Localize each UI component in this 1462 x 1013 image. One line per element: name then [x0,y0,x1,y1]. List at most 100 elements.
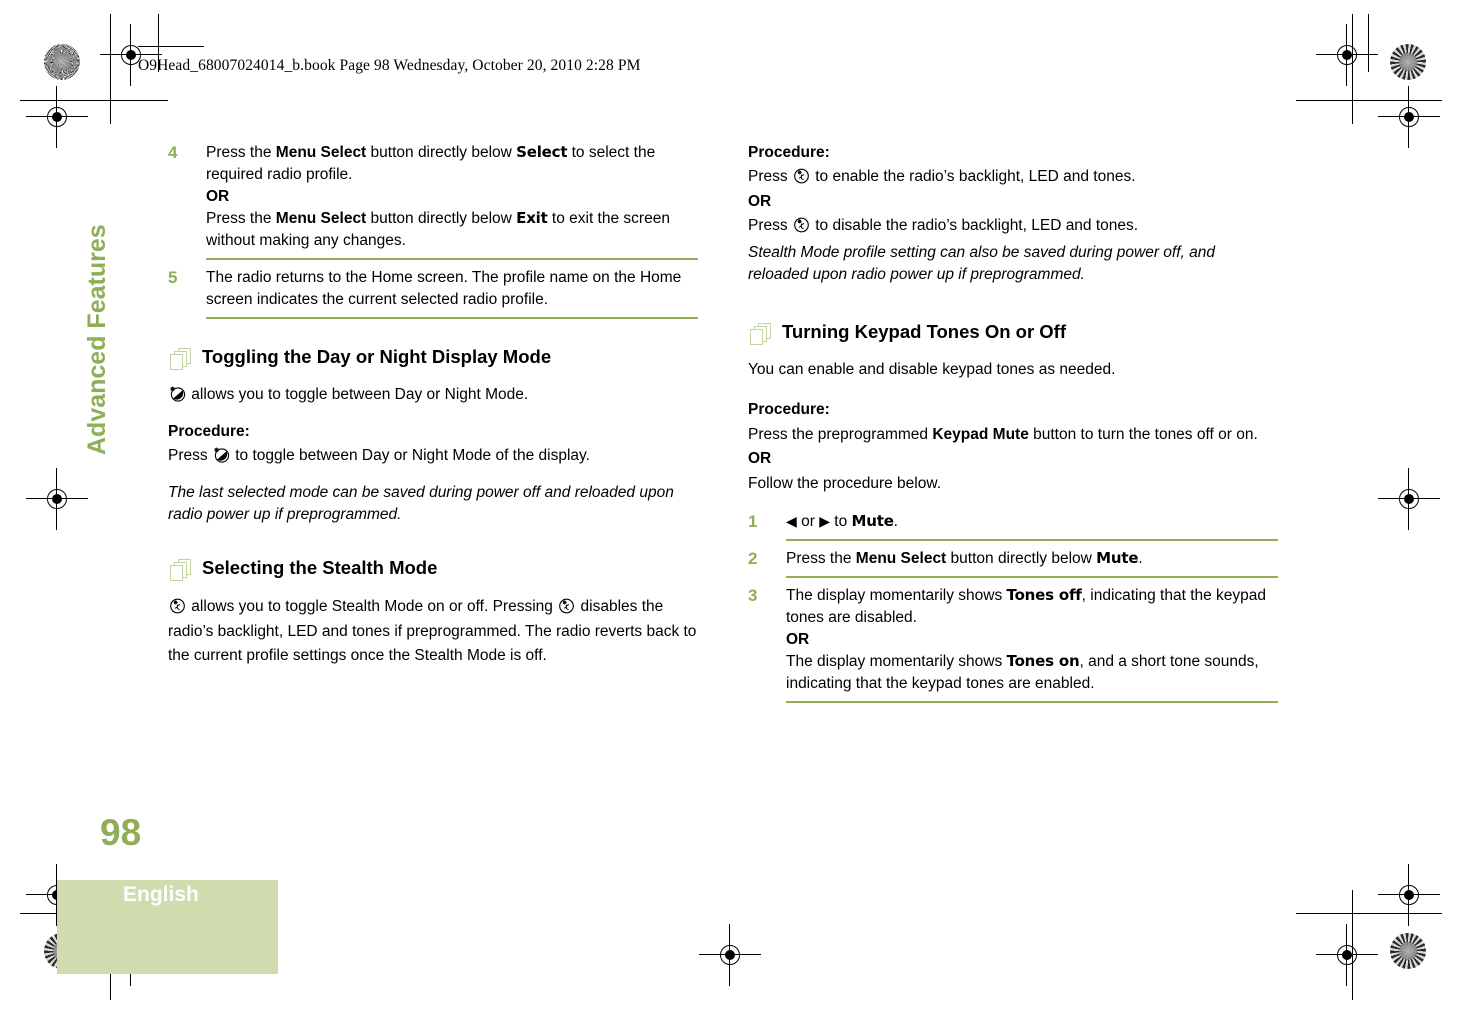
procedure-prefix: Press [168,447,212,465]
stealth-mode-icon [558,597,575,614]
trim-line-right-inner [1368,14,1369,72]
step-divider-rule [206,317,698,319]
step-divider-rule [786,539,1278,542]
registration-crosshair-icon [1316,924,1378,986]
button-name: Keypad Mute [932,425,1029,443]
or-separator: OR [748,192,772,210]
right-arrow-icon: ▶ [819,513,830,530]
section-heading-stealth: Selecting the Stealth Mode [168,556,698,581]
day-night-intro: allows you to toggle between Day or Nigh… [168,384,698,406]
starburst-calibration-icon [44,44,80,80]
step-number: 5 [168,268,178,287]
to-text: to [829,513,852,531]
follow-procedure-text: Follow the procedure below. [748,474,942,492]
registration-crosshair-icon [1378,864,1440,926]
step-number: 3 [748,586,758,606]
display-label: Mute [1096,549,1139,568]
language-label: English [123,883,199,906]
step-divider-rule [786,576,1278,579]
keypad-mute-instruction: Press the preprogrammed Keypad Mute butt… [748,425,1258,443]
or-separator: OR [786,631,810,649]
procedure-label: Procedure: [748,144,830,161]
step-number: 1 [748,512,758,532]
section-heading-text: Selecting the Stealth Mode [202,556,438,578]
step-body: Press the Menu Select button directly be… [206,143,670,249]
or-separator: OR [748,450,772,468]
button-name: Menu Select [275,210,367,227]
tones-on-text: The display momentarily shows Tones on, … [786,652,1259,693]
stealth-mode-icon [793,216,810,233]
stealth-mode-icon [793,167,810,184]
or-separator: OR [206,188,230,205]
step-body: ◀ or ▶ to Mute. [786,512,898,531]
procedure-suffix: to toggle between Day or Night Mode of t… [230,447,590,465]
stacked-pages-icon [750,322,774,345]
step-item: 2 Press the Menu Select button directly … [748,548,1278,570]
trim-line-top-header [138,46,204,47]
keypad-tones-intro: You can enable and disable keypad tones … [748,361,1116,378]
press-prefix: Press [748,217,792,235]
registration-crosshair-icon [1316,24,1378,86]
step-body: The radio returns to the Home screen. Th… [206,269,682,308]
day-night-mode-icon [213,446,230,463]
stealth-description: allows you to toggle Stealth Mode on or … [168,595,698,669]
tones-off-text: The display momentarily shows Tones off,… [786,586,1267,627]
left-text-column: 4 Press the Menu Select button directly … [168,142,698,683]
day-night-mode-icon [169,385,186,402]
trim-line-right-top [1352,14,1353,124]
section-heading-day-night: Toggling the Day or Night Display Mode [168,346,698,370]
period: . [1138,550,1143,568]
registration-crosshair-icon [26,86,88,148]
step-body: Press the Menu Select button directly be… [786,549,1143,568]
registration-crosshair-icon [1378,468,1440,530]
registration-crosshair-icon [1378,86,1440,148]
step-item: 5 The radio returns to the Home screen. … [168,267,698,311]
trim-line-bottom-right [1296,913,1442,914]
stealth-note: Stealth Mode profile setting can also be… [748,243,1216,284]
step-divider-rule [786,701,1278,704]
stacked-pages-icon [170,348,194,370]
disable-suffix: to disable the radio’s backlight, LED an… [810,217,1139,235]
press-prefix: Press [748,168,792,186]
trim-line-right-bottom [1352,890,1353,1000]
day-night-procedure: Press to toggle between Day or Night Mod… [168,445,698,467]
step-item: 4 Press the Menu Select button directly … [168,142,698,252]
procedure-label: Procedure: [748,401,830,419]
running-header-book-line: O9Head_68007024014_b.book Page 98 Wednes… [138,57,641,74]
step-divider-rule [206,258,698,260]
starburst-calibration-icon [1390,933,1426,969]
stealth-enable-line: Press to enable the radio’s backlight, L… [748,166,1278,188]
display-label: Exit [516,209,548,227]
page-number: 98 [100,812,142,853]
display-label: Select [516,143,568,161]
right-text-column: Procedure: Press to enable the radio’s b… [748,142,1278,710]
step-text: Press the Menu Select button directly be… [206,143,656,183]
step-item: 1 ◀ or ▶ to Mute. [748,511,1278,533]
button-name: Menu Select [855,550,947,568]
section-heading-text: Turning Keypad Tones On or Off [782,320,1067,342]
section-heading-text: Toggling the Day or Night Display Mode [202,346,552,367]
starburst-calibration-icon [1390,44,1426,80]
stealth-disable-line: Press to disable the radio’s backlight, … [748,215,1278,237]
chapter-side-tab: Advanced Features [83,224,111,455]
step-number: 2 [748,549,758,569]
step-body: The display momentarily shows Tones off,… [786,586,1267,693]
display-label: Tones off [1006,586,1082,605]
display-label: Tones on [1006,652,1080,671]
stealth-mode-icon [169,597,186,614]
display-label: Mute [851,512,894,531]
section-heading-keypad-tones: Turning Keypad Tones On or Off [748,320,1278,345]
day-night-note: The last selected mode can be saved duri… [168,483,674,524]
step-text-alt: Press the Menu Select button directly be… [206,209,670,249]
button-name: Menu Select [275,144,367,161]
registration-crosshair-icon [699,924,761,986]
left-arrow-icon: ◀ [786,513,797,530]
procedure-label: Procedure: [168,422,250,440]
trim-line-top-right [1296,100,1442,101]
registration-crosshair-icon [26,468,88,530]
day-night-intro-text: allows you to toggle between Day or Nigh… [187,386,529,404]
period: . [893,513,898,531]
stealth-text-a: allows you to toggle Stealth Mode on or … [187,597,558,615]
trim-line-top-left [20,100,168,101]
step-number: 4 [168,143,178,162]
